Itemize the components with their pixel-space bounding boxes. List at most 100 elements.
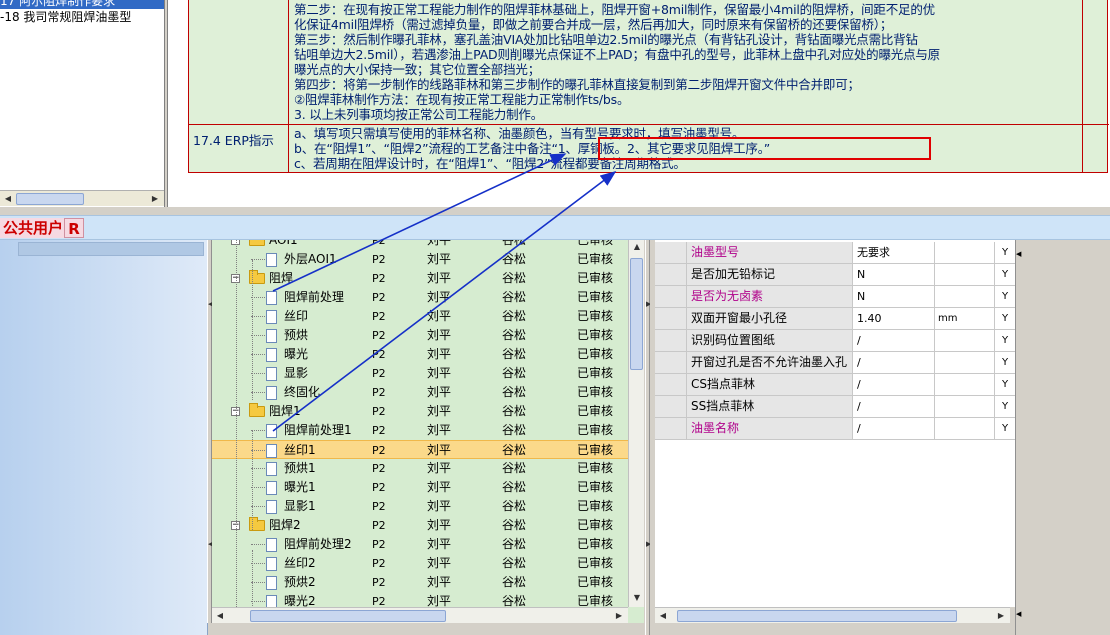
property-row[interactable]: 是否加无铅标记 N Y xyxy=(655,264,1015,286)
property-flag: Y xyxy=(1001,357,1009,368)
document-icon xyxy=(266,500,277,514)
tree-item-label: 丝印 xyxy=(284,309,309,323)
document-line: 3. 以上未列事项均按正常公司工程能力制作。 xyxy=(294,107,544,122)
property-value[interactable]: / xyxy=(853,374,935,395)
scroll-right-arrow-icon[interactable]: ▶ xyxy=(994,610,1008,622)
tree-cell: 谷松 xyxy=(502,347,527,361)
tree-item-row[interactable]: 阻焊前处理2 P2 刘平 谷松 已审核 xyxy=(212,535,628,554)
property-flag: Y xyxy=(1001,269,1009,280)
tree-item-label: 阻焊前处理2 xyxy=(284,537,352,551)
property-value[interactable]: N xyxy=(853,264,935,285)
tree-folder-row[interactable]: − 阻焊1 P2 刘平 谷松 已审核 xyxy=(212,402,628,421)
property-value[interactable]: / xyxy=(853,330,935,351)
property-unit xyxy=(935,264,995,285)
property-value[interactable]: N xyxy=(853,286,935,307)
property-row[interactable]: 是否为无卤素 N Y xyxy=(655,286,1015,308)
scrollbar-thumb[interactable] xyxy=(250,610,446,622)
property-row[interactable]: 开窗过孔是否不允许油墨入孔 / Y xyxy=(655,352,1015,374)
public-user-label[interactable]: 公共用户 xyxy=(0,218,67,238)
scroll-left-arrow-icon[interactable]: ◀ xyxy=(1,193,15,205)
scrollbar-thumb[interactable] xyxy=(16,193,84,205)
tree-item-label: 阻焊 xyxy=(269,271,294,285)
document-icon xyxy=(266,424,277,438)
tree-cell: 刘平 xyxy=(427,423,452,437)
tree-folder-row[interactable]: − 阻焊 P2 刘平 谷松 已审核 xyxy=(212,269,628,288)
scroll-right-arrow-icon[interactable]: ▶ xyxy=(612,610,626,622)
document-icon xyxy=(266,253,277,267)
tree-cell: 刘平 xyxy=(427,366,452,380)
scroll-right-arrow-icon[interactable]: ▶ xyxy=(148,193,162,205)
property-value[interactable]: / xyxy=(853,418,935,439)
property-horizontal-scrollbar[interactable]: ◀ ▶ xyxy=(655,607,1010,623)
document-icon xyxy=(266,310,277,324)
tree-folder-row[interactable]: − AOI1 P2 刘平 谷松 已审核 xyxy=(212,240,628,250)
tree-item-row[interactable]: 丝印 P2 刘平 谷松 已审核 xyxy=(212,307,628,326)
row-indicator xyxy=(655,396,687,417)
tree-cell: 已审核 xyxy=(577,480,614,494)
tree-cell: 刘平 xyxy=(427,480,452,494)
tree-folder-row[interactable]: − 阻焊2 P2 刘平 谷松 已审核 xyxy=(212,516,628,535)
outline-horizontal-scrollbar[interactable]: ◀ ▶ xyxy=(0,190,164,206)
collapse-left-arrow-icon[interactable]: ◀ xyxy=(1016,610,1021,618)
tree-item-row[interactable]: 曝光1 P2 刘平 谷松 已审核 xyxy=(212,478,628,497)
tree-cell: P2 xyxy=(372,272,386,285)
tree-connector xyxy=(251,563,265,564)
tree-item-row[interactable]: 阻焊前处理1 P2 刘平 谷松 已审核 xyxy=(212,421,628,440)
tree-connector xyxy=(251,468,265,469)
property-unit xyxy=(935,286,995,307)
tree-connector xyxy=(251,601,265,602)
tree-cell: 已审核 xyxy=(577,271,614,285)
scroll-left-arrow-icon[interactable]: ◀ xyxy=(656,610,670,622)
tree-item-row[interactable]: 终固化 P2 刘平 谷松 已审核 xyxy=(212,383,628,402)
property-value[interactable]: 无要求 xyxy=(853,242,935,263)
property-label: 油墨型号 xyxy=(687,242,853,263)
r-button[interactable]: R xyxy=(64,218,84,238)
tree-connector xyxy=(252,260,253,400)
tree-item-row[interactable]: 曝光 P2 刘平 谷松 已审核 xyxy=(212,345,628,364)
tree-connector xyxy=(251,335,265,336)
tree-item-label: 阻焊前处理 xyxy=(284,290,345,304)
scrollbar-thumb[interactable] xyxy=(677,610,957,622)
tree-cell: 刘平 xyxy=(427,556,452,570)
property-row[interactable]: 油墨名称 / Y xyxy=(655,418,1015,440)
row-indicator xyxy=(655,242,687,263)
document-icon xyxy=(266,291,277,305)
tree-item-row[interactable]: 外层AOI1 P2 刘平 谷松 已审核 xyxy=(212,250,628,269)
property-row[interactable]: 油墨型号 无要求 Y xyxy=(655,242,1015,264)
property-value[interactable]: / xyxy=(853,352,935,373)
tree-item-row[interactable]: 预烘 P2 刘平 谷松 已审核 xyxy=(212,326,628,345)
tree-cell: 刘平 xyxy=(427,328,452,342)
navigation-panel xyxy=(0,240,208,635)
outline-item-18[interactable]: -18 我司常规阻焊油墨型 xyxy=(0,10,131,25)
tree-connector xyxy=(251,544,265,545)
scroll-left-arrow-icon[interactable]: ◀ xyxy=(213,610,227,622)
tree-item-row[interactable]: 丝印1 P2 刘平 谷松 已审核 xyxy=(212,440,628,459)
tree-cell: P2 xyxy=(372,444,386,457)
tree-vertical-scrollbar[interactable]: ▲ ▼ xyxy=(628,240,644,607)
document-line: 第三步：然后制作曝孔菲林，塞孔盖油VIA处加比钻咀单边2.5mil的曝光点（有背… xyxy=(294,32,918,47)
tree-item-row[interactable]: 阻焊前处理 P2 刘平 谷松 已审核 xyxy=(212,288,628,307)
tree-cell: 谷松 xyxy=(502,385,527,399)
scroll-up-arrow-icon[interactable]: ▲ xyxy=(630,241,644,253)
scroll-down-arrow-icon[interactable]: ▼ xyxy=(630,592,644,604)
tree-horizontal-scrollbar[interactable]: ◀ ▶ xyxy=(212,607,628,623)
tree-item-row[interactable]: 显影1 P2 刘平 谷松 已审核 xyxy=(212,497,628,516)
annotation-highlight-box xyxy=(598,137,931,160)
outline-item-17[interactable]: 17 阿尔阻焊制作要求 xyxy=(0,0,164,9)
property-row[interactable]: 双面开窗最小孔径 1.40 mm Y xyxy=(655,308,1015,330)
property-value[interactable]: / xyxy=(853,396,935,417)
tree-item-label: AOI1 xyxy=(269,240,298,247)
row-indicator xyxy=(655,286,687,307)
tree-item-row[interactable]: 显影 P2 刘平 谷松 已审核 xyxy=(212,364,628,383)
tree-cell: 谷松 xyxy=(502,575,527,589)
property-row[interactable]: CS挡点菲林 / Y xyxy=(655,374,1015,396)
tree-item-row[interactable]: 丝印2 P2 刘平 谷松 已审核 xyxy=(212,554,628,573)
scrollbar-thumb[interactable] xyxy=(630,258,643,370)
property-label: 油墨名称 xyxy=(687,418,853,439)
tree-item-row[interactable]: 预烘1 P2 刘平 谷松 已审核 xyxy=(212,459,628,478)
tree-item-row[interactable]: 预烘2 P2 刘平 谷松 已审核 xyxy=(212,573,628,592)
collapse-left-arrow-icon[interactable]: ◀ xyxy=(1016,250,1021,258)
property-row[interactable]: SS挡点菲林 / Y xyxy=(655,396,1015,418)
property-row[interactable]: 识别码位置图纸 / Y xyxy=(655,330,1015,352)
property-value[interactable]: 1.40 xyxy=(853,308,935,329)
